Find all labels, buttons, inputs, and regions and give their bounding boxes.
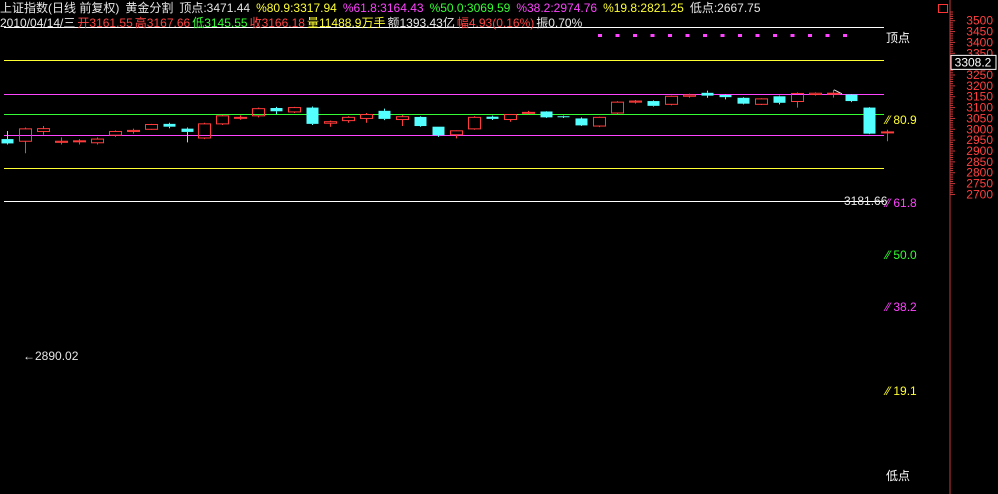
candle-body-up [611, 101, 624, 114]
top-marker-dot [650, 34, 655, 37]
quote-header: 2010/04/14/三 开3161.55 高3167.66 低3145.55 收316… [0, 16, 588, 30]
candle-body-up [809, 92, 822, 96]
candle-body-up [73, 140, 86, 143]
y-tick-label: 3500 [966, 14, 993, 28]
fib-19-8-label: %19.8:2821.25 [603, 1, 684, 15]
candle-body-up [288, 107, 301, 113]
quote-volume: 量11488.9万手 [306, 16, 386, 30]
top-marker-dot [685, 34, 690, 37]
level-label-38-2: ⁄⁄ 38.2 [886, 300, 917, 314]
quote-high: 高3167.66 [134, 16, 191, 30]
candle-body-up [504, 114, 517, 121]
top-marker-dot [633, 34, 637, 37]
level-value-80-9: 80.9 [893, 113, 917, 127]
candle-body-down [540, 111, 553, 118]
top-marker-dot [843, 34, 847, 37]
fib-50-0-label: %50.0:3069.59 [429, 1, 511, 15]
study-name: 黄金分割 [125, 1, 174, 15]
candle-body-down [773, 96, 786, 103]
quote-amount: 额1393.43亿 [387, 16, 455, 30]
candle-body-up [683, 94, 696, 97]
close-icon[interactable] [938, 4, 948, 13]
candle-body-up [55, 140, 68, 143]
fib-38-2-label: %38.2:2974.76 [516, 1, 598, 15]
high-point-marker: 3181.66 [844, 194, 888, 208]
candle-body-up [827, 92, 840, 95]
top-marker-dot [668, 34, 672, 37]
top-marker-dot [825, 34, 830, 37]
top-marker-dot [598, 34, 602, 37]
candle-body-down [845, 94, 858, 102]
candle-body-up [629, 100, 642, 103]
top-marker-dot [808, 34, 812, 37]
candle-body-down [432, 126, 445, 136]
quote-close: 收3166.18 [249, 16, 305, 30]
candle-body-up [216, 115, 229, 125]
candle-body-up [450, 130, 463, 136]
top-marker-dot [790, 34, 795, 37]
candle-body-up [145, 124, 158, 130]
top-point-label: 顶点:3471.44 [179, 1, 251, 15]
candle-body-down [737, 97, 750, 104]
candle-body-up [593, 116, 606, 127]
quote-amplitude: 振0.70% [536, 16, 583, 30]
fib-61-8-label: %61.8:3164.43 [342, 1, 424, 15]
candle-body-up [91, 138, 104, 144]
candle-body-up [468, 116, 481, 130]
index-name: 上证指数(日线 前复权) [0, 1, 120, 15]
candle-body-down [575, 118, 588, 126]
candle-body-up [37, 128, 50, 132]
level-label-19-1: ⁄⁄ 19.1 [886, 384, 917, 398]
level-value-61-8: 61.8 [893, 196, 917, 210]
candle-body-down [163, 123, 176, 127]
quote-date: 2010/04/14/三 [0, 16, 76, 30]
candle-body-up [234, 116, 247, 119]
candle-body-up [360, 114, 373, 119]
candle-body-up [522, 111, 535, 114]
candle-body-up [109, 130, 122, 136]
level-label-80-9: ⁄⁄ 80.9 [886, 113, 917, 127]
top-marker-dot [615, 34, 620, 37]
candle-body-up [755, 98, 768, 105]
candle-body-up [665, 95, 678, 105]
top-marker-dot [773, 34, 777, 37]
candle-body-down [378, 110, 391, 119]
candle-body-down [557, 116, 570, 118]
candle-body-up [127, 129, 140, 132]
study-header: 上证指数(日线 前复权) 黄金分割 顶点:3471.44 %80.9:3317.94%… [0, 1, 767, 15]
top-marker-dot [720, 34, 725, 37]
top-marker-dot [755, 34, 760, 37]
candle-body-down [863, 107, 876, 134]
low-point-marker: ←2890.02 [23, 349, 79, 363]
level-value-50-0: 50.0 [893, 248, 917, 262]
quote-low: 低3145.55 [192, 16, 248, 30]
level-label-bottom: 低点 [886, 469, 911, 483]
candle-body-down [270, 108, 283, 112]
candle-body-up [881, 131, 894, 134]
level-value-19-1: 19.1 [893, 384, 917, 398]
top-marker-dot [738, 34, 742, 37]
candle-body-down [719, 94, 732, 98]
candle-body-up [342, 116, 355, 122]
quote-change: 幅4.93(0.16%) [456, 16, 535, 30]
candle-body-up [396, 116, 409, 121]
level-value-38-2: 38.2 [893, 300, 917, 314]
candle-body-up [324, 121, 337, 124]
level-label-61-8: ⁄⁄ 61.8 [886, 196, 917, 210]
candle-body-down [701, 92, 714, 96]
candle-body-down [647, 101, 660, 106]
candle-body-down [1, 139, 14, 144]
crosshair-price-label: 3308.2 [955, 55, 992, 69]
candlestick-chart: 2700275028002850290029503000305031003150… [1, 0, 997, 494]
top-marker-dot [703, 34, 707, 37]
candle-body-down [486, 116, 499, 119]
candle-body-down [414, 116, 427, 127]
level-label-50-0: ⁄⁄ 50.0 [886, 248, 917, 262]
candle-body-down [181, 128, 194, 132]
fib-80-9-label: %80.9:3317.94 [256, 1, 337, 15]
bottom-point-label: 低点:2667.75 [689, 1, 761, 15]
candle-body-down [306, 107, 319, 124]
level-label-top: 顶点 [886, 31, 911, 45]
quote-open: 开3161.55 [77, 16, 133, 30]
